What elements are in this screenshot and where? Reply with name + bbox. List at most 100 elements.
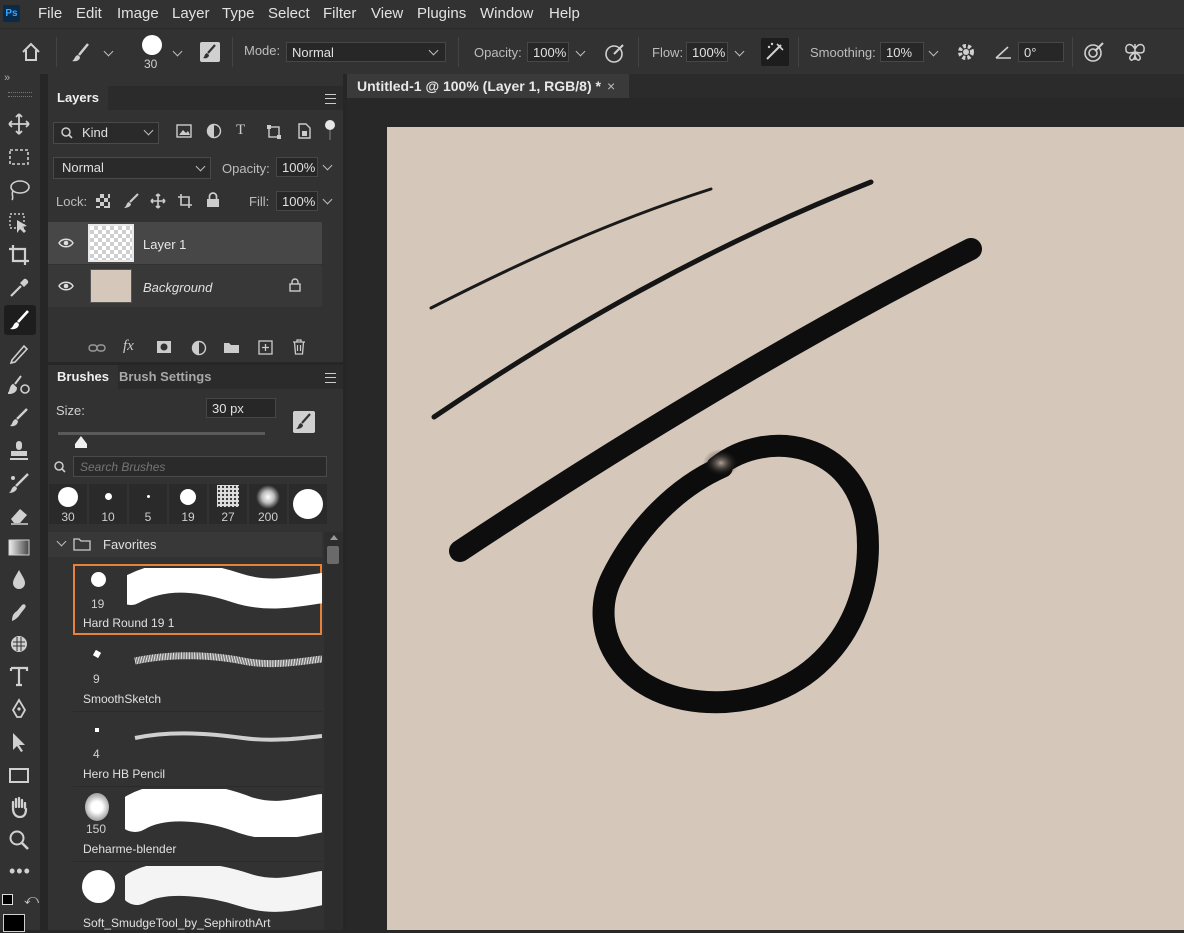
move-tool-icon[interactable] — [8, 113, 30, 135]
mode-select[interactable]: Normal — [286, 42, 446, 62]
filter-pixel-icon[interactable] — [176, 124, 192, 138]
pressure-size-icon[interactable] — [1083, 41, 1105, 63]
home-icon[interactable] — [20, 41, 42, 63]
recent-brush-preset[interactable]: 30 — [49, 484, 87, 524]
gear-icon[interactable] — [955, 41, 977, 63]
blend-mode-select[interactable]: Normal — [53, 157, 211, 179]
smudge-tool-icon[interactable] — [8, 601, 30, 623]
document-tab[interactable]: Untitled-1 @ 100% (Layer 1, RGB/8) * × — [347, 74, 629, 98]
close-icon[interactable]: × — [607, 78, 615, 94]
path-selection-tool-icon[interactable] — [8, 731, 30, 753]
lock-all-icon[interactable] — [206, 192, 220, 208]
chevron-down-icon[interactable] — [928, 46, 939, 57]
smoothing-input[interactable]: 10% — [880, 42, 924, 62]
eye-visibility-icon[interactable] — [58, 280, 74, 292]
chevron-down-icon[interactable] — [172, 46, 183, 57]
marquee-tool-icon[interactable] — [8, 146, 30, 168]
menu-window[interactable]: Window — [480, 5, 533, 22]
panel-menu-icon[interactable] — [325, 94, 336, 104]
canvas-area[interactable] — [347, 98, 1184, 930]
more-tools-icon[interactable]: ••• — [9, 861, 31, 882]
menu-image[interactable]: Image — [117, 5, 159, 22]
brushes-scrollbar[interactable] — [324, 532, 343, 930]
type-tool-icon[interactable] — [8, 665, 30, 687]
adjustment-layer-icon[interactable] — [191, 340, 207, 356]
menu-type[interactable]: Type — [222, 5, 255, 22]
scrollbar-thumb[interactable] — [327, 546, 339, 564]
tab-brush-settings[interactable]: Brush Settings — [110, 365, 220, 389]
tab-brushes[interactable]: Brushes — [48, 365, 119, 389]
panel-menu-icon[interactable] — [325, 373, 336, 383]
menu-layer[interactable]: Layer — [172, 5, 210, 22]
menu-filter[interactable]: Filter — [323, 5, 356, 22]
eye-visibility-icon[interactable] — [58, 237, 74, 249]
fill-input[interactable]: 100% — [276, 191, 318, 211]
recent-brush-preset[interactable] — [289, 484, 327, 524]
chevron-down-icon[interactable] — [56, 536, 67, 547]
recent-brush-preset[interactable]: 27 — [209, 484, 247, 524]
mixer-brush-tool-icon[interactable] — [8, 472, 30, 494]
symmetry-butterfly-icon[interactable] — [1123, 41, 1147, 63]
brush-item-deharme-blender[interactable]: 150 Deharme-blender — [73, 789, 322, 862]
layer-thumbnail-transparent[interactable] — [88, 224, 134, 262]
eyedropper-tool-icon[interactable] — [8, 277, 30, 299]
pencil-tool-icon[interactable] — [8, 342, 30, 364]
angle-input[interactable]: 0° — [1018, 42, 1064, 62]
history-brush-tool-icon[interactable] — [8, 407, 30, 429]
menu-view[interactable]: View — [371, 5, 403, 22]
layer-row-layer1[interactable]: Layer 1 — [48, 222, 322, 264]
menu-select[interactable]: Select — [268, 5, 310, 22]
dodge-tool-icon[interactable] — [8, 633, 30, 655]
lock-transparent-pixels-icon[interactable] — [96, 194, 110, 208]
default-colors-icon[interactable] — [2, 894, 13, 905]
airbrush-toggle[interactable] — [761, 38, 789, 66]
chevron-down-icon[interactable] — [575, 46, 586, 57]
brush-item-hard-round[interactable]: 19 Hard Round 19 1 — [73, 564, 322, 635]
opacity-input[interactable]: 100% — [527, 42, 569, 62]
menu-help[interactable]: Help — [549, 5, 580, 22]
foreground-color-swatch[interactable] — [3, 914, 25, 932]
layer-thumbnail-background[interactable] — [90, 269, 132, 303]
trash-icon[interactable] — [292, 339, 306, 355]
grip-handle[interactable] — [8, 92, 32, 97]
folder-row-favorites[interactable]: Favorites — [48, 532, 322, 557]
filter-shape-icon[interactable] — [266, 124, 282, 140]
filter-smart-object-icon[interactable] — [296, 123, 312, 139]
stamp-tool-icon[interactable] — [8, 440, 30, 462]
brush-tool-icon[interactable] — [70, 42, 92, 64]
layer-name[interactable]: Layer 1 — [143, 237, 186, 252]
swap-colors-icon[interactable]: ⤺ — [24, 891, 39, 908]
scroll-up-icon[interactable] — [330, 535, 338, 540]
lock-position-icon[interactable] — [150, 193, 166, 209]
menu-plugins[interactable]: Plugins — [417, 5, 466, 22]
chevron-down-icon[interactable] — [322, 160, 333, 171]
layer-filter-select[interactable]: Kind — [53, 122, 159, 144]
hand-tool-icon[interactable] — [8, 796, 30, 818]
new-group-folder-icon[interactable] — [223, 341, 240, 354]
filter-adjustment-icon[interactable] — [206, 123, 222, 139]
brush-size-input[interactable]: 30 px — [206, 398, 276, 418]
recent-brush-preset[interactable]: 200 — [249, 484, 287, 524]
flow-input[interactable]: 100% — [686, 42, 728, 62]
chevron-down-icon[interactable] — [103, 46, 114, 57]
brush-settings-panel-icon[interactable] — [199, 41, 221, 63]
layer-style-fx-icon[interactable]: fx — [123, 338, 134, 355]
clone-stamp-tool-icon[interactable] — [8, 374, 30, 396]
filter-type-icon[interactable]: T — [236, 122, 245, 139]
zoom-tool-icon[interactable] — [8, 829, 30, 851]
blur-tool-icon[interactable] — [8, 568, 30, 590]
crop-tool-icon[interactable] — [8, 244, 30, 266]
brush-tool-icon[interactable] — [8, 309, 30, 331]
chevron-down-icon[interactable] — [322, 194, 333, 205]
menu-file[interactable]: File — [38, 5, 62, 22]
gradient-tool-icon[interactable] — [8, 536, 30, 558]
expand-panel-icon[interactable]: » — [4, 72, 10, 84]
rectangle-tool-icon[interactable] — [8, 764, 30, 786]
brush-size-slider-thumb[interactable] — [75, 436, 88, 444]
eraser-tool-icon[interactable] — [8, 504, 30, 526]
recent-brush-preset[interactable]: 5 — [129, 484, 167, 524]
brush-size-slider-track[interactable] — [58, 432, 265, 435]
brush-preview-dot[interactable] — [142, 35, 162, 55]
document-canvas[interactable] — [387, 127, 1184, 930]
recent-brush-preset[interactable]: 19 — [169, 484, 207, 524]
